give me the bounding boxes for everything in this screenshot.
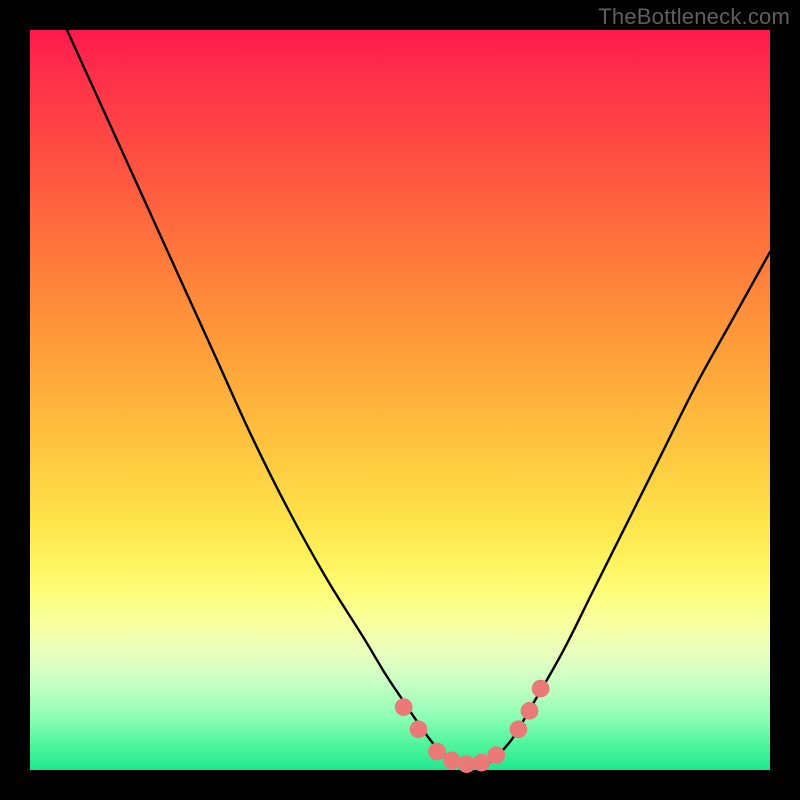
highlight-dot — [510, 720, 528, 738]
highlight-dot — [395, 698, 413, 716]
plot-area — [30, 30, 770, 770]
highlight-dot — [521, 702, 539, 720]
highlight-dot — [443, 752, 461, 770]
highlight-dot — [410, 720, 428, 738]
chart-stage: TheBottleneck.com — [0, 0, 800, 800]
highlight-dot — [428, 743, 446, 761]
watermark-text: TheBottleneck.com — [598, 4, 790, 30]
highlight-dot — [487, 746, 505, 764]
highlight-dot — [532, 680, 550, 698]
bottleneck-curve — [67, 30, 770, 766]
curve-layer — [30, 30, 770, 770]
